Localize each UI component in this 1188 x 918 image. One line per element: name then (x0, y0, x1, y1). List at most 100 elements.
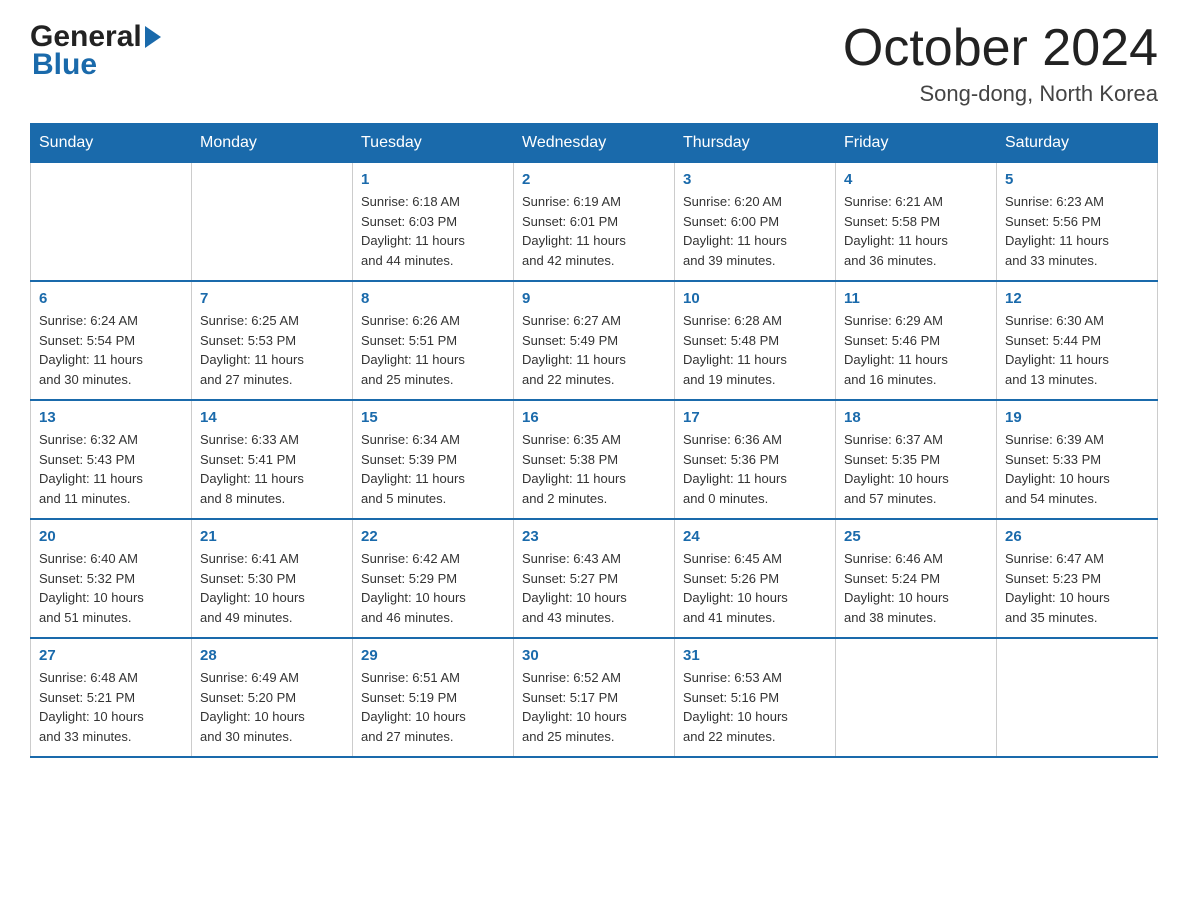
day-info: Sunrise: 6:35 AM Sunset: 5:38 PM Dayligh… (522, 430, 666, 508)
day-info: Sunrise: 6:24 AM Sunset: 5:54 PM Dayligh… (39, 311, 183, 389)
day-number: 30 (522, 647, 666, 664)
day-info: Sunrise: 6:27 AM Sunset: 5:49 PM Dayligh… (522, 311, 666, 389)
day-number: 23 (522, 528, 666, 545)
day-number: 20 (39, 528, 183, 545)
day-number: 22 (361, 528, 505, 545)
calendar-cell: 17 Sunrise: 6:36 AM Sunset: 5:36 PM Dayli… (675, 400, 836, 519)
calendar-cell: 14Sunrise: 6:33 AM Sunset: 5:41 PM Dayli… (192, 400, 353, 519)
logo-arrow-icon (145, 26, 161, 48)
day-info: Sunrise: 6:36 AM Sunset: 5:36 PM Dayligh… (683, 430, 827, 508)
calendar-cell: 6 Sunrise: 6:24 AM Sunset: 5:54 PM Daylig… (31, 281, 192, 400)
header-sunday: Sunday (31, 124, 192, 163)
calendar-cell: 25 Sunrise: 6:46 AM Sunset: 5:24 PM Dayli… (836, 519, 997, 638)
week-row-4: 20Sunrise: 6:40 AM Sunset: 5:32 PM Dayli… (31, 519, 1158, 638)
day-info: Sunrise: 6:48 AM Sunset: 5:21 PM Dayligh… (39, 668, 183, 746)
day-number: 17 (683, 409, 827, 426)
calendar-cell: 10Sunrise: 6:28 AM Sunset: 5:48 PM Dayli… (675, 281, 836, 400)
day-info: Sunrise: 6:42 AM Sunset: 5:29 PM Dayligh… (361, 549, 505, 627)
day-number: 21 (200, 528, 344, 545)
calendar-cell: 12Sunrise: 6:30 AM Sunset: 5:44 PM Dayli… (997, 281, 1158, 400)
day-number: 3 (683, 171, 827, 188)
day-info: Sunrise: 6:37 AM Sunset: 5:35 PM Dayligh… (844, 430, 988, 508)
location-subtitle: Song-dong, North Korea (843, 81, 1158, 107)
calendar-cell: 15Sunrise: 6:34 AM Sunset: 5:39 PM Dayli… (353, 400, 514, 519)
header-wednesday: Wednesday (514, 124, 675, 163)
day-number: 8 (361, 290, 505, 307)
calendar-cell: 7 Sunrise: 6:25 AM Sunset: 5:53 PM Daylig… (192, 281, 353, 400)
page-title: October 2024 (843, 20, 1158, 77)
title-area: October 2024 Song-dong, North Korea (843, 20, 1158, 107)
calendar-cell: 24 Sunrise: 6:45 AM Sunset: 5:26 PM Dayli… (675, 519, 836, 638)
calendar-cell: 31Sunrise: 6:53 AM Sunset: 5:16 PM Dayli… (675, 638, 836, 757)
calendar-cell: 21 Sunrise: 6:41 AM Sunset: 5:30 PM Dayli… (192, 519, 353, 638)
day-info: Sunrise: 6:25 AM Sunset: 5:53 PM Dayligh… (200, 311, 344, 389)
day-info: Sunrise: 6:49 AM Sunset: 5:20 PM Dayligh… (200, 668, 344, 746)
header-monday: Monday (192, 124, 353, 163)
calendar-cell: 27 Sunrise: 6:48 AM Sunset: 5:21 PM Dayli… (31, 638, 192, 757)
header-friday: Friday (836, 124, 997, 163)
day-info: Sunrise: 6:53 AM Sunset: 5:16 PM Dayligh… (683, 668, 827, 746)
day-number: 1 (361, 171, 505, 188)
calendar-cell: 29 Sunrise: 6:51 AM Sunset: 5:19 PM Dayli… (353, 638, 514, 757)
calendar-cell: 5Sunrise: 6:23 AM Sunset: 5:56 PM Daylig… (997, 163, 1158, 282)
day-info: Sunrise: 6:21 AM Sunset: 5:58 PM Dayligh… (844, 192, 988, 270)
day-info: Sunrise: 6:33 AM Sunset: 5:41 PM Dayligh… (200, 430, 344, 508)
calendar-cell: 2 Sunrise: 6:19 AM Sunset: 6:01 PM Daylig… (514, 163, 675, 282)
day-number: 25 (844, 528, 988, 545)
day-info: Sunrise: 6:26 AM Sunset: 5:51 PM Dayligh… (361, 311, 505, 389)
calendar-body: 1Sunrise: 6:18 AM Sunset: 6:03 PM Daylig… (31, 163, 1158, 758)
day-number: 26 (1005, 528, 1149, 545)
header-tuesday: Tuesday (353, 124, 514, 163)
calendar-cell: 19Sunrise: 6:39 AM Sunset: 5:33 PM Dayli… (997, 400, 1158, 519)
day-number: 29 (361, 647, 505, 664)
day-info: Sunrise: 6:19 AM Sunset: 6:01 PM Dayligh… (522, 192, 666, 270)
calendar-cell: 20Sunrise: 6:40 AM Sunset: 5:32 PM Dayli… (31, 519, 192, 638)
header: General Blue October 2024 Song-dong, Nor… (30, 20, 1158, 107)
day-info: Sunrise: 6:43 AM Sunset: 5:27 PM Dayligh… (522, 549, 666, 627)
day-number: 9 (522, 290, 666, 307)
day-info: Sunrise: 6:20 AM Sunset: 6:00 PM Dayligh… (683, 192, 827, 270)
day-number: 4 (844, 171, 988, 188)
day-number: 16 (522, 409, 666, 426)
day-number: 24 (683, 528, 827, 545)
calendar-cell: 9 Sunrise: 6:27 AM Sunset: 5:49 PM Daylig… (514, 281, 675, 400)
day-info: Sunrise: 6:41 AM Sunset: 5:30 PM Dayligh… (200, 549, 344, 627)
calendar-cell: 11Sunrise: 6:29 AM Sunset: 5:46 PM Dayli… (836, 281, 997, 400)
logo: General Blue (30, 20, 161, 82)
day-info: Sunrise: 6:45 AM Sunset: 5:26 PM Dayligh… (683, 549, 827, 627)
day-number: 27 (39, 647, 183, 664)
day-number: 7 (200, 290, 344, 307)
calendar-cell (997, 638, 1158, 757)
day-number: 19 (1005, 409, 1149, 426)
calendar-cell: 16 Sunrise: 6:35 AM Sunset: 5:38 PM Dayli… (514, 400, 675, 519)
calendar-cell: 22 Sunrise: 6:42 AM Sunset: 5:29 PM Dayli… (353, 519, 514, 638)
week-row-2: 6 Sunrise: 6:24 AM Sunset: 5:54 PM Daylig… (31, 281, 1158, 400)
day-info: Sunrise: 6:30 AM Sunset: 5:44 PM Dayligh… (1005, 311, 1149, 389)
calendar-cell: 23 Sunrise: 6:43 AM Sunset: 5:27 PM Dayli… (514, 519, 675, 638)
logo-blue: Blue (32, 48, 161, 82)
day-info: Sunrise: 6:51 AM Sunset: 5:19 PM Dayligh… (361, 668, 505, 746)
day-info: Sunrise: 6:32 AM Sunset: 5:43 PM Dayligh… (39, 430, 183, 508)
header-thursday: Thursday (675, 124, 836, 163)
week-row-3: 13 Sunrise: 6:32 AM Sunset: 5:43 PM Dayli… (31, 400, 1158, 519)
day-number: 28 (200, 647, 344, 664)
day-info: Sunrise: 6:52 AM Sunset: 5:17 PM Dayligh… (522, 668, 666, 746)
day-number: 6 (39, 290, 183, 307)
day-info: Sunrise: 6:47 AM Sunset: 5:23 PM Dayligh… (1005, 549, 1149, 627)
day-number: 11 (844, 290, 988, 307)
week-row-5: 27 Sunrise: 6:48 AM Sunset: 5:21 PM Dayli… (31, 638, 1158, 757)
calendar-cell (31, 163, 192, 282)
calendar-cell: 8 Sunrise: 6:26 AM Sunset: 5:51 PM Daylig… (353, 281, 514, 400)
days-of-week-row: SundayMondayTuesdayWednesdayThursdayFrid… (31, 124, 1158, 163)
calendar-cell: 18Sunrise: 6:37 AM Sunset: 5:35 PM Dayli… (836, 400, 997, 519)
day-info: Sunrise: 6:28 AM Sunset: 5:48 PM Dayligh… (683, 311, 827, 389)
calendar-cell (836, 638, 997, 757)
day-number: 13 (39, 409, 183, 426)
day-info: Sunrise: 6:34 AM Sunset: 5:39 PM Dayligh… (361, 430, 505, 508)
calendar-cell: 13 Sunrise: 6:32 AM Sunset: 5:43 PM Dayli… (31, 400, 192, 519)
day-info: Sunrise: 6:46 AM Sunset: 5:24 PM Dayligh… (844, 549, 988, 627)
day-number: 2 (522, 171, 666, 188)
header-saturday: Saturday (997, 124, 1158, 163)
calendar-header: SundayMondayTuesdayWednesdayThursdayFrid… (31, 124, 1158, 163)
calendar-cell: 28 Sunrise: 6:49 AM Sunset: 5:20 PM Dayli… (192, 638, 353, 757)
